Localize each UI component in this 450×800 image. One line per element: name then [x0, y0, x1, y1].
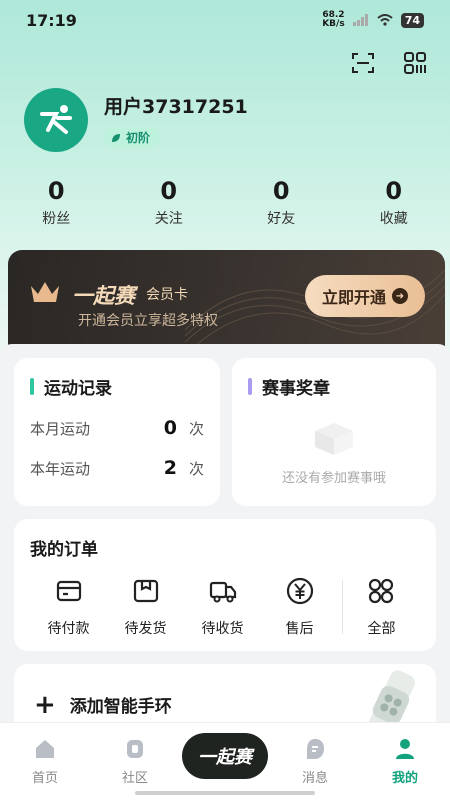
person-icon [396, 739, 414, 759]
medals-title: 赛事奖章 [262, 379, 330, 399]
profile-stats: 0 粉丝 0 关注 0 好友 0 收藏 [0, 176, 450, 228]
stat-friends[interactable]: 0 好友 [225, 176, 338, 228]
yiqisai-center-button: 一起赛 [182, 733, 268, 779]
battery-indicator: 74 [400, 12, 424, 28]
wifi-icon [377, 14, 393, 26]
sport-record-card[interactable]: 运动记录 本月运动 0 次 本年运动 2 次 [14, 358, 220, 506]
scan-icon[interactable] [350, 50, 376, 76]
grid-icon [369, 578, 394, 604]
home-indicator [135, 791, 315, 795]
sport-row-year: 本年运动 2 次 [30, 457, 204, 479]
tab-community[interactable]: 社区 [90, 723, 180, 800]
status-time: 17:19 [26, 10, 77, 30]
box-icon [133, 579, 158, 603]
add-band-label: 添加智能手环 [69, 697, 172, 717]
tab-home[interactable]: 首页 [0, 723, 90, 800]
orders-card: 我的订单 待付款 待发货 待收货 售后 全部 [14, 519, 436, 651]
bottom-tab-bar: 首页 社区 一起赛 消息 我的 [0, 722, 450, 800]
level-badge: 初阶 [104, 127, 161, 148]
yen-icon [286, 577, 313, 605]
avatar[interactable] [24, 88, 88, 152]
arrow-right-icon: ➜ [392, 288, 408, 304]
network-speed: 68.2 KB/s [322, 10, 345, 29]
order-pending-shipment[interactable]: 待发货 [107, 576, 184, 638]
message-icon [307, 739, 324, 759]
sport-row-month: 本月运动 0 次 [30, 417, 204, 439]
qrcode-icon[interactable] [402, 50, 428, 76]
wallet-icon [56, 580, 81, 602]
title-accent-bar [248, 378, 252, 395]
plus-icon: + [34, 689, 56, 720]
tab-messages[interactable]: 消息 [270, 723, 360, 800]
status-bar: 17:19 68.2 KB/s 74 [0, 0, 450, 40]
order-all[interactable]: 全部 [343, 576, 420, 638]
truck-icon [209, 581, 236, 603]
leaf-icon [112, 133, 120, 142]
community-icon [127, 740, 143, 758]
username: 用户37317251 [104, 96, 248, 118]
sport-record-title: 运动记录 [44, 379, 112, 399]
stat-followers[interactable]: 0 粉丝 [0, 176, 113, 228]
medals-card[interactable]: 赛事奖章 还没有参加赛事哦 [232, 358, 436, 506]
member-card[interactable]: 一起赛 会员卡 开通会员立享超多特权 立即开通 ➜ [8, 250, 445, 346]
member-desc: 开通会员立享超多特权 [78, 313, 218, 329]
stat-following[interactable]: 0 关注 [113, 176, 226, 228]
home-icon [36, 740, 54, 758]
member-card-label: 会员卡 [146, 287, 188, 303]
order-after-sales[interactable]: 售后 [261, 576, 338, 638]
open-membership-button[interactable]: 立即开通 ➜ [305, 275, 425, 317]
order-pending-payment[interactable]: 待付款 [30, 576, 107, 638]
tab-mine[interactable]: 我的 [360, 723, 450, 800]
profile-summary[interactable]: 用户37317251 初阶 [24, 88, 248, 152]
empty-box-icon [315, 423, 353, 455]
signal-icon [352, 14, 368, 26]
member-brand: 一起赛 [72, 284, 135, 308]
crown-icon [31, 282, 59, 302]
order-pending-receipt[interactable]: 待收货 [184, 576, 261, 638]
title-accent-bar [30, 378, 34, 395]
tab-yiqisai[interactable]: 一起赛 [180, 723, 270, 800]
orders-title: 我的订单 [30, 540, 98, 560]
stat-favorites[interactable]: 0 收藏 [338, 176, 450, 228]
medals-empty-text: 还没有参加赛事哦 [281, 471, 386, 486]
app-logo-icon [40, 105, 72, 134]
